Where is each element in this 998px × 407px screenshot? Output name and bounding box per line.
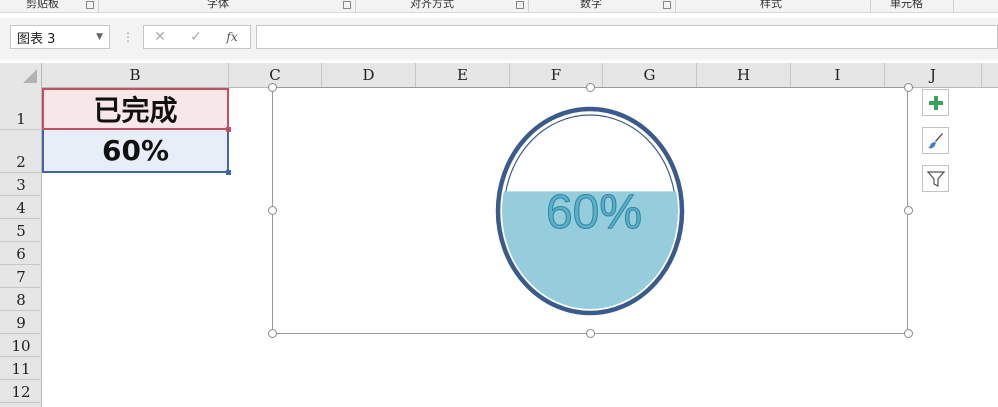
ribbon-group-font: 字体 [207,0,229,10]
ribbon-divider [98,0,99,12]
column-header-d[interactable]: D [322,63,416,87]
column-header-j[interactable]: J [885,63,982,87]
row-header-12[interactable]: 12 [0,380,42,403]
row-header-7[interactable]: 7 [0,265,42,288]
ribbon-group-styles: 样式 [760,0,782,10]
paintbrush-icon [927,132,943,148]
column-header-e[interactable]: E [416,63,510,87]
row-header-1[interactable]: 1 [0,87,42,130]
row-header-4[interactable]: 4 [0,196,42,219]
ribbon-divider [528,0,529,12]
column-header-h[interactable]: H [697,63,791,87]
row-header-8[interactable]: 8 [0,288,42,311]
ribbon-group-cells: 单元格 [890,0,923,10]
range-handle-red[interactable] [226,127,231,132]
ribbon-group-clipboard: 剪贴板 [26,0,59,10]
formula-buttons: ✕ ✓ fx [143,25,251,49]
row-header-6[interactable]: 6 [0,242,42,265]
ribbon-group-labels: 剪贴板 字体 对齐方式 数字 样式 单元格 [0,0,998,13]
cancel-icon[interactable]: ✕ [148,28,172,46]
ribbon-divider [870,0,871,12]
plus-icon [928,95,943,110]
ribbon-divider [953,0,954,12]
column-header-g[interactable]: G [603,63,697,87]
row-header-5[interactable]: 5 [0,219,42,242]
insert-function-icon[interactable]: fx [220,28,244,46]
chart-resize-handle[interactable] [268,329,277,338]
row-header-9[interactable]: 9 [0,311,42,334]
row-header-2[interactable]: 2 [0,130,42,173]
row-headers: 1 2 3 4 5 6 7 8 9 10 11 12 [0,87,42,407]
font-launcher-icon[interactable] [343,1,351,9]
cell-b2[interactable]: 60% [42,130,229,173]
drag-handle-icon[interactable]: ⋮ [122,30,134,44]
add-chart-element-button[interactable] [922,89,949,116]
chart-resize-handle[interactable] [904,329,913,338]
chart-resize-handle[interactable] [268,83,277,92]
alignment-launcher-icon[interactable] [516,1,524,9]
column-header-i[interactable]: I [791,63,885,87]
number-launcher-icon[interactable] [663,1,671,9]
ribbon-divider [675,0,676,12]
chart-resize-handle[interactable] [268,206,277,215]
select-all-icon [23,69,37,83]
liquid-fill-chart[interactable]: 60% [272,87,908,334]
chart-resize-handle[interactable] [904,206,913,215]
enter-icon[interactable]: ✓ [184,28,208,46]
ribbon-divider [355,0,356,12]
chart-resize-handle[interactable] [586,83,595,92]
range-handle-blue[interactable] [226,170,231,175]
select-all-corner[interactable] [0,63,42,87]
ribbon-group-number: 数字 [580,0,602,10]
chart-styles-button[interactable] [922,127,949,154]
chart-resize-handle[interactable] [904,83,913,92]
chart-value-label: 60% [546,186,642,239]
chart-filters-button[interactable] [922,165,949,192]
funnel-icon [926,170,945,187]
chevron-down-icon[interactable]: ▼ [96,32,103,42]
column-headers: B C D E F G H I J [0,63,998,88]
chart-resize-handle[interactable] [586,329,595,338]
ribbon-group-alignment: 对齐方式 [410,0,454,10]
name-box[interactable]: 图表 3 ▼ [10,25,110,49]
row-header-10[interactable]: 10 [0,334,42,357]
row-header-3[interactable]: 3 [0,173,42,196]
row-header-11[interactable]: 11 [0,357,42,380]
name-box-value: 图表 3 [17,31,56,47]
chart-canvas: 60% [495,106,685,316]
formula-bar: 图表 3 ▼ ⋮ ✕ ✓ fx [0,18,998,60]
column-header-b[interactable]: B [42,63,229,87]
clipboard-launcher-icon[interactable] [86,1,94,9]
formula-input[interactable] [256,25,998,49]
cell-b1[interactable]: 已完成 [42,88,229,130]
